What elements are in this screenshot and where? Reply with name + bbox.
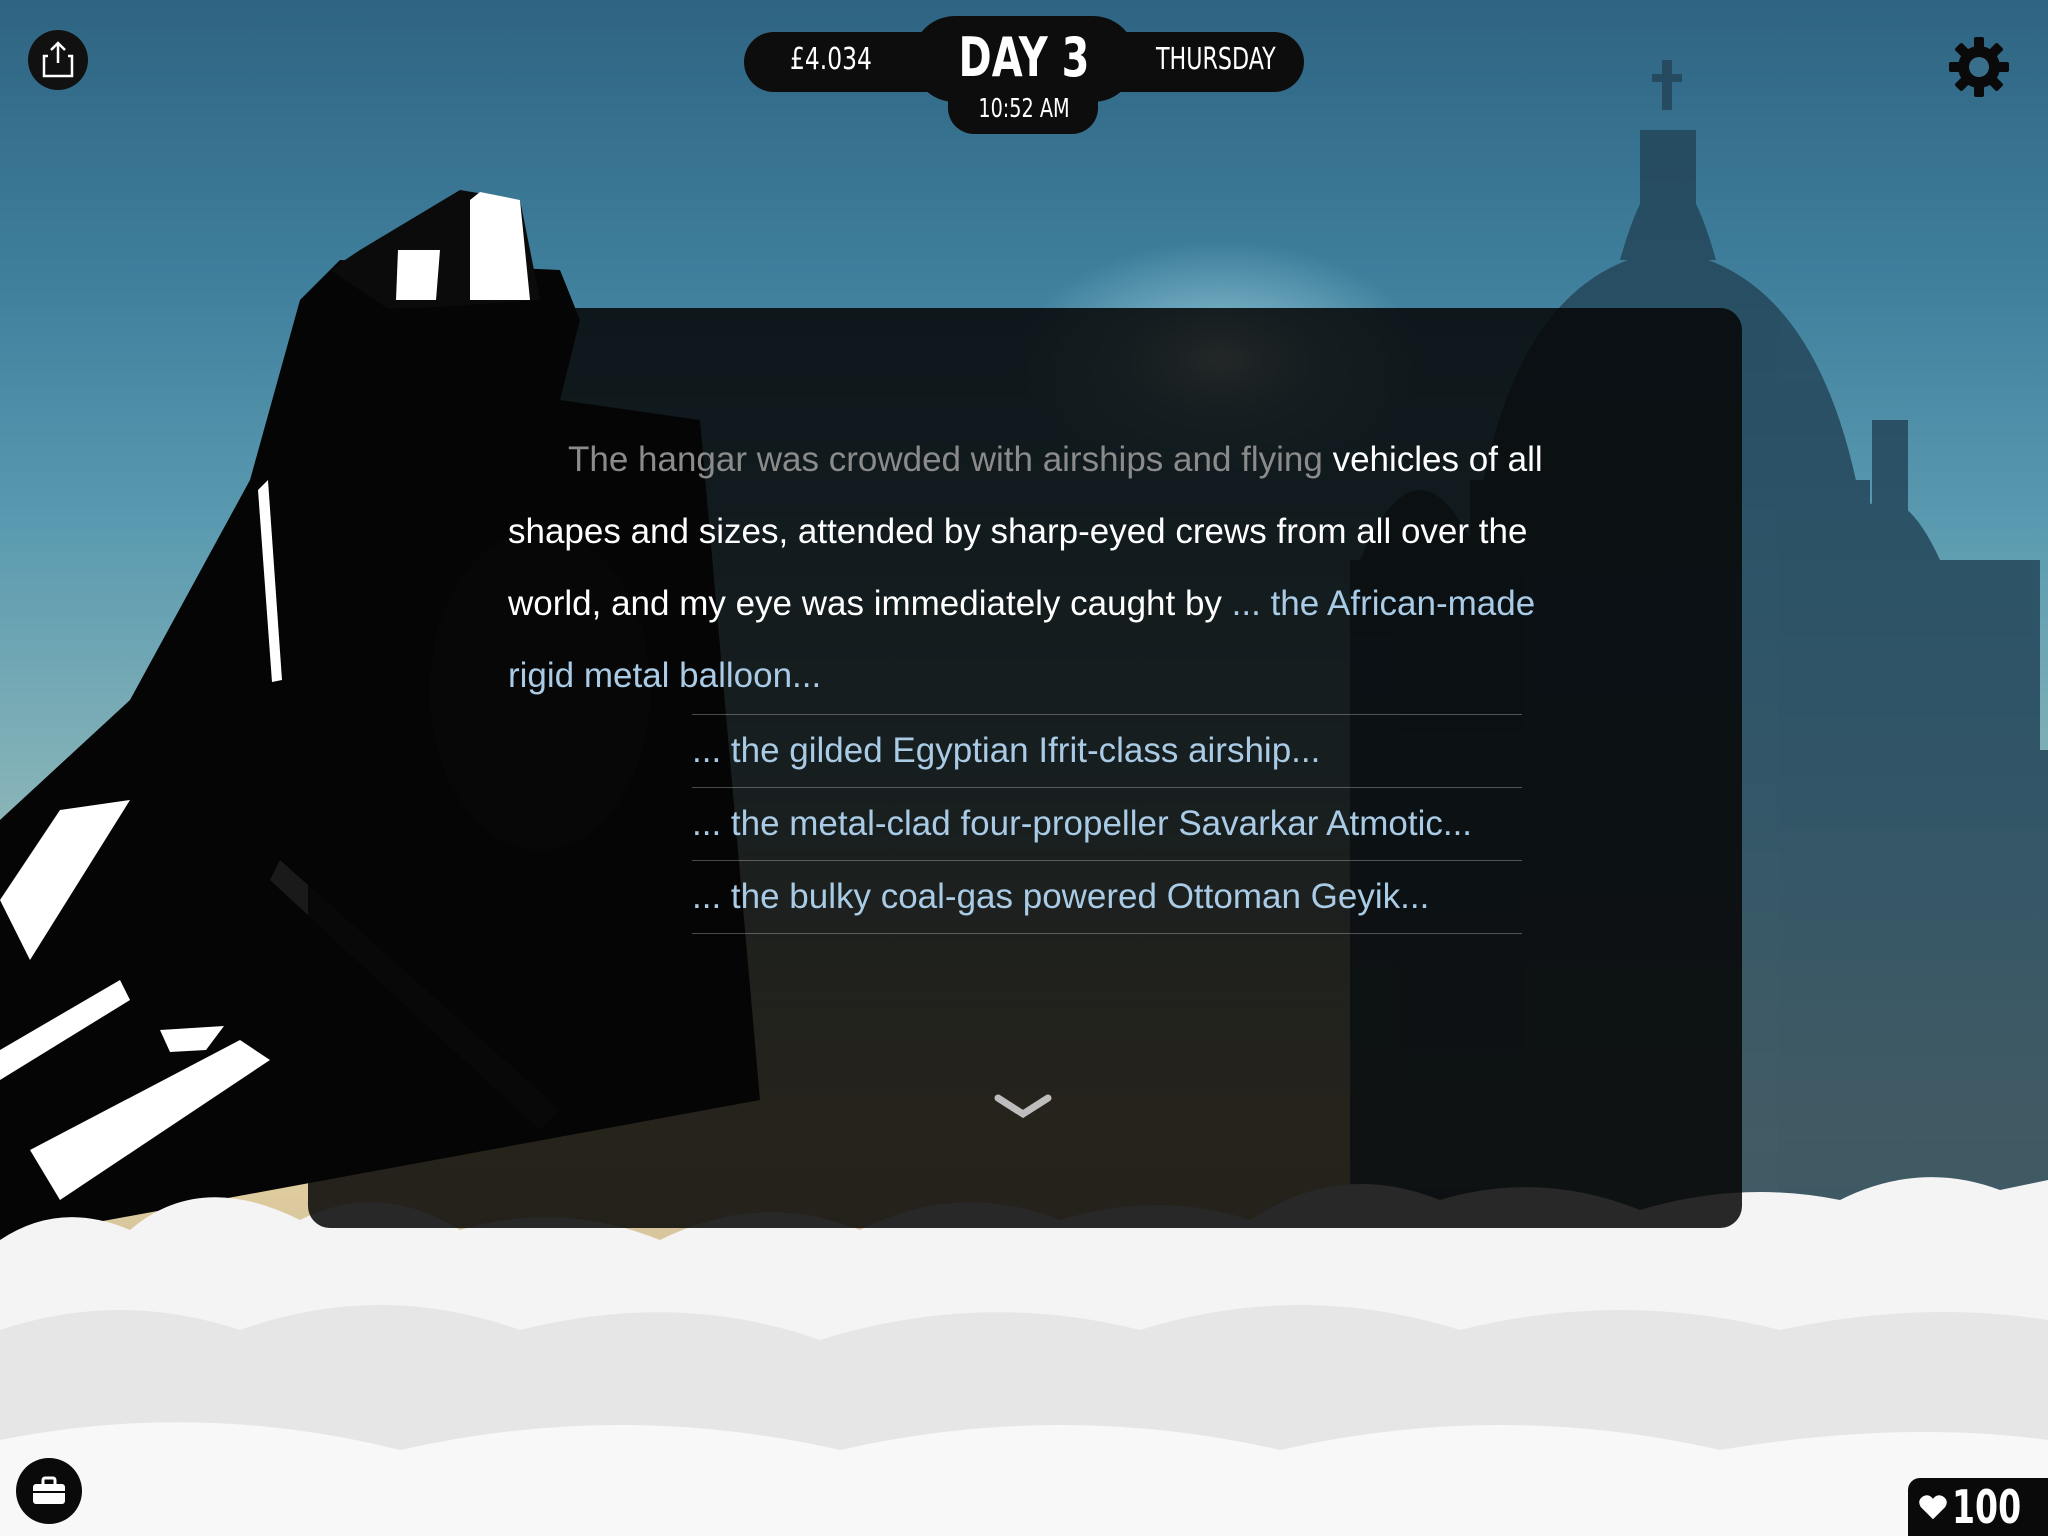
clock-display: 10:52 AM [978,94,1070,124]
settings-button[interactable] [1948,36,2010,98]
money-display: £4.034 [790,42,872,77]
inventory-button[interactable] [16,1458,82,1524]
briefcase-icon [33,1476,65,1504]
scroll-more-button[interactable] [994,1092,1052,1122]
chevron-down-icon [994,1094,1052,1119]
weekday-display: THURSDAY [1156,42,1276,77]
share-icon [42,41,74,78]
story-text: The hangar was crowded with airships and… [508,424,1568,712]
heart-icon [1919,1495,1947,1520]
share-button[interactable] [28,30,88,90]
choice-option[interactable]: ... the gilded Egyptian Ifrit-class airs… [692,714,1522,787]
day-counter: DAY 3 [958,26,1090,89]
choice-list: ... the gilded Egyptian Ifrit-class airs… [692,714,1522,934]
health-counter: 100 [1908,1478,2048,1536]
health-value: 100 [1951,1480,2022,1534]
story-faded-line: The hangar was crowded with airships and… [568,440,1323,479]
choice-option[interactable]: ... the metal-clad four-propeller Savark… [692,787,1522,860]
choice-option[interactable]: ... the bulky coal-gas powered Ottoman G… [692,860,1522,934]
